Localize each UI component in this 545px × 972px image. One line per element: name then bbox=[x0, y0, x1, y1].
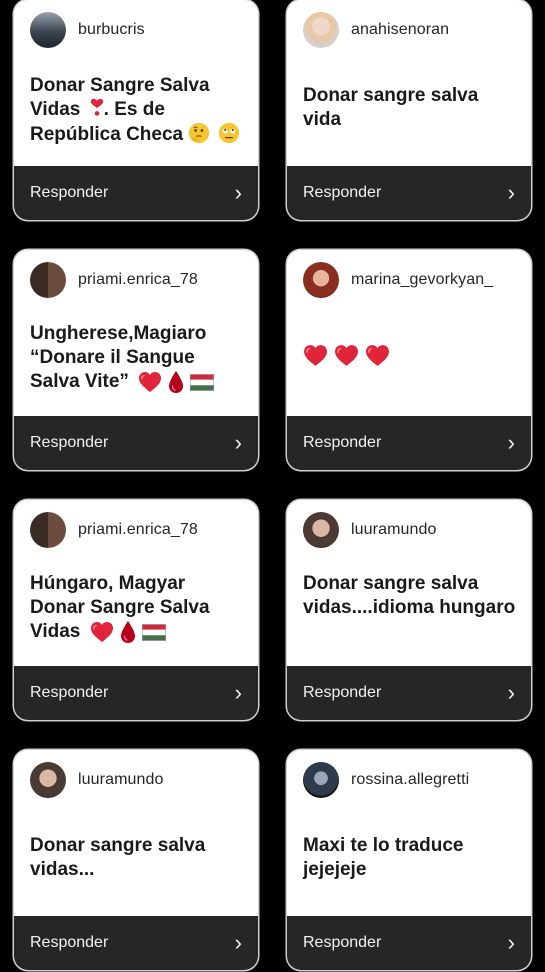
card-header: burbucris bbox=[30, 12, 145, 48]
chevron-right-icon: › bbox=[234, 430, 242, 455]
reply-card: priami.enrica_78 Húngaro, Magyar Donar S… bbox=[14, 500, 258, 720]
chevron-right-icon: › bbox=[507, 180, 515, 205]
reply-button[interactable]: Responder › bbox=[287, 416, 531, 470]
reply-message bbox=[303, 344, 517, 368]
avatar[interactable] bbox=[30, 12, 66, 48]
message-text: Donar sangre salva vidas... bbox=[30, 835, 206, 880]
username[interactable]: rossina.allegretti bbox=[351, 771, 469, 789]
eye-roll-face-emoji bbox=[218, 122, 240, 144]
reply-card: luuramundo Donar sangre salva vidas... R… bbox=[14, 750, 258, 970]
avatar[interactable] bbox=[303, 512, 339, 548]
card-header: priami.enrica_78 bbox=[30, 262, 198, 298]
username[interactable]: luuramundo bbox=[78, 771, 164, 789]
reply-message: Donar sangre salva vidas....idioma hunga… bbox=[303, 572, 517, 620]
username[interactable]: priami.enrica_78 bbox=[78, 271, 198, 289]
username[interactable]: anahisenoran bbox=[351, 21, 449, 39]
reply-message: Donar sangre salva vidas... bbox=[30, 834, 244, 882]
reply-label: Responder bbox=[30, 684, 109, 701]
reply-label: Responder bbox=[30, 934, 109, 951]
reply-card: luuramundo Donar sangre salva vidas....i… bbox=[287, 500, 531, 720]
avatar[interactable] bbox=[303, 12, 339, 48]
chevron-right-icon: › bbox=[234, 680, 242, 705]
reply-card: marina_gevorkyan_ Responder › bbox=[287, 250, 531, 470]
reply-label: Responder bbox=[303, 184, 382, 201]
reply-button[interactable]: Responder › bbox=[287, 916, 531, 970]
avatar[interactable] bbox=[303, 262, 339, 298]
avatar[interactable] bbox=[30, 262, 66, 298]
reply-card: anahisenoran Donar sangre salva vida Res… bbox=[287, 0, 531, 220]
blood-drop-emoji bbox=[120, 620, 136, 644]
reply-label: Responder bbox=[303, 434, 382, 451]
reply-button[interactable]: Responder › bbox=[14, 166, 258, 220]
chevron-right-icon: › bbox=[507, 430, 515, 455]
message-text: Donar sangre salva vidas....idioma hunga… bbox=[303, 573, 516, 618]
message-text: Maxi te lo traduce jejejeje bbox=[303, 835, 464, 880]
heart-exclamation-emoji bbox=[90, 98, 104, 118]
reply-label: Responder bbox=[303, 684, 382, 701]
hungary-flag-emoji bbox=[142, 624, 166, 641]
card-header: anahisenoran bbox=[303, 12, 449, 48]
reply-label: Responder bbox=[303, 934, 382, 951]
red-heart-emoji bbox=[90, 621, 114, 643]
reply-label: Responder bbox=[30, 184, 109, 201]
reply-message: Ungherese,Magiaro “Donare il Sangue Salv… bbox=[30, 322, 244, 394]
card-header: priami.enrica_78 bbox=[30, 512, 198, 548]
reply-message: Donar sangre salva vida bbox=[303, 84, 517, 132]
hungary-flag-emoji bbox=[190, 374, 214, 391]
reply-button[interactable]: Responder › bbox=[287, 166, 531, 220]
reply-message: Húngaro, Magyar Donar Sangre Salva Vidas bbox=[30, 572, 244, 644]
avatar[interactable] bbox=[30, 512, 66, 548]
reply-card: priami.enrica_78 Ungherese,Magiaro “Dona… bbox=[14, 250, 258, 470]
red-heart-emoji bbox=[303, 344, 328, 367]
reply-message: Maxi te lo traduce jejejeje bbox=[303, 834, 517, 882]
reply-card: burbucris Donar Sangre Salva Vidas . Es … bbox=[14, 0, 258, 220]
card-header: marina_gevorkyan_ bbox=[303, 262, 493, 298]
chevron-right-icon: › bbox=[507, 930, 515, 955]
username[interactable]: burbucris bbox=[78, 21, 145, 39]
avatar[interactable] bbox=[30, 762, 66, 798]
chevron-right-icon: › bbox=[507, 680, 515, 705]
reply-button[interactable]: Responder › bbox=[14, 916, 258, 970]
emoji-row bbox=[303, 344, 390, 367]
story-replies-grid: burbucris Donar Sangre Salva Vidas . Es … bbox=[0, 0, 545, 972]
emoji-row bbox=[138, 370, 214, 394]
reply-message: Donar Sangre Salva Vidas . Es de Repúbli… bbox=[30, 74, 244, 147]
card-header: rossina.allegretti bbox=[303, 762, 469, 798]
reply-button[interactable]: Responder › bbox=[14, 416, 258, 470]
username[interactable]: priami.enrica_78 bbox=[78, 521, 198, 539]
emoji-row bbox=[90, 620, 166, 644]
red-heart-emoji bbox=[138, 371, 162, 393]
chevron-right-icon: › bbox=[234, 930, 242, 955]
red-heart-emoji bbox=[365, 344, 390, 367]
reply-label: Responder bbox=[30, 434, 109, 451]
reply-card: rossina.allegretti Maxi te lo traduce je… bbox=[287, 750, 531, 970]
blood-drop-emoji bbox=[168, 370, 184, 394]
reply-button[interactable]: Responder › bbox=[287, 666, 531, 720]
card-header: luuramundo bbox=[303, 512, 437, 548]
username[interactable]: luuramundo bbox=[351, 521, 437, 539]
card-header: luuramundo bbox=[30, 762, 164, 798]
reply-button[interactable]: Responder › bbox=[14, 666, 258, 720]
username[interactable]: marina_gevorkyan_ bbox=[351, 271, 493, 289]
message-text: Donar sangre salva vida bbox=[303, 85, 479, 130]
red-heart-emoji bbox=[334, 344, 359, 367]
avatar[interactable] bbox=[303, 762, 339, 798]
thinking-face-emoji bbox=[188, 122, 210, 144]
chevron-right-icon: › bbox=[234, 180, 242, 205]
